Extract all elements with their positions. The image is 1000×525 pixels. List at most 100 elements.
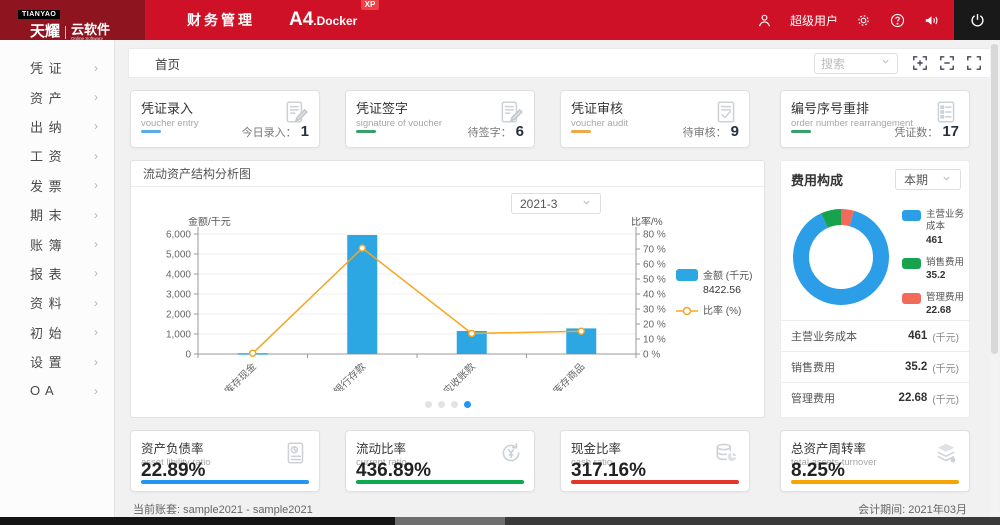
fullscreen-in-icon[interactable] <box>912 55 928 71</box>
line-point <box>578 328 584 334</box>
pagination-dot[interactable] <box>425 401 432 408</box>
chevron-right-icon: › <box>94 384 99 398</box>
svg-text:20 %: 20 % <box>643 320 666 331</box>
sidebar-item-report[interactable]: 报 表› <box>0 259 114 288</box>
top-header: TIANYAO 天耀 云软件 Online Software 财务管理 A4 .… <box>0 0 1000 40</box>
chevron-right-icon: › <box>94 208 99 222</box>
announcement-icon[interactable] <box>923 12 940 29</box>
cycle-icon <box>498 440 524 466</box>
scrollbar-thumb[interactable] <box>991 44 998 354</box>
stat-card-footer: 待签字：6 <box>356 123 524 140</box>
doc-pen-icon <box>498 99 524 125</box>
app-title: 财务管理 <box>187 10 255 30</box>
svg-text:50 %: 50 % <box>643 275 666 286</box>
legend-label: 销售费用35.2 <box>926 257 964 282</box>
liquid-assets-chart-panel: 流动资产结构分析图 2021-3 01,0002,0003,0004,0005,… <box>130 160 765 418</box>
user-name-label[interactable]: 超级用户 <box>790 12 838 29</box>
legend-swatch <box>902 258 921 269</box>
help-icon[interactable] <box>889 12 906 29</box>
expense-panel-title: 费用构成 <box>791 170 843 189</box>
fullscreen-out-icon[interactable] <box>939 55 955 71</box>
chevron-down-icon <box>941 173 952 187</box>
svg-text:金额 (千元): 金额 (千元) <box>703 269 752 282</box>
svg-text:5,000: 5,000 <box>166 250 191 261</box>
stat-card-metric-value: 6 <box>516 123 524 140</box>
legend-bar-swatch <box>676 269 698 281</box>
sidebar-item-label: O A <box>30 383 55 398</box>
sidebar-item-invoice[interactable]: 发 票› <box>0 171 114 200</box>
svg-text:银行存款: 银行存款 <box>331 360 368 391</box>
expense-period-select[interactable]: 本期 <box>895 169 961 190</box>
svg-text:3,000: 3,000 <box>166 290 191 301</box>
pagination-dot[interactable] <box>438 401 445 408</box>
gear-icon[interactable] <box>855 12 872 29</box>
stat-card-metric-label: 今日录入： <box>242 124 297 140</box>
sidebar-item-label: 资 料 <box>30 293 63 312</box>
stat-card-footer: 凭证数：17 <box>791 123 959 140</box>
donut-slice-主营业务成本 <box>801 217 881 297</box>
sidebar-item-asset[interactable]: 资 产› <box>0 82 114 111</box>
kpi-card-total-assets-turnover: 总资产周转率total assets turnover8.25% <box>780 430 970 492</box>
sidebar-item-settings[interactable]: 设 置› <box>0 347 114 376</box>
legend-value: 35.2 <box>926 269 964 282</box>
sidebar-item-salary[interactable]: 工 资› <box>0 141 114 170</box>
stat-card-metric-label: 待审核： <box>683 124 727 140</box>
svg-text:1,000: 1,000 <box>166 330 191 341</box>
legend-swatch <box>902 293 921 304</box>
sidebar-item-label: 账 簿 <box>30 235 63 254</box>
stat-card-voucher-entry[interactable]: 凭证录入voucher entry今日录入：1 <box>130 90 320 148</box>
stat-card-metric-label: 待签字： <box>468 124 512 140</box>
sidebar-item-oa[interactable]: O A › <box>0 376 114 405</box>
donut-legend-item: 销售费用35.2 <box>902 257 969 282</box>
brand-divider <box>65 26 66 39</box>
vertical-scrollbar[interactable] <box>990 40 999 517</box>
svg-text:4,000: 4,000 <box>166 270 191 281</box>
svg-text:库存商品: 库存商品 <box>550 360 587 391</box>
breadcrumb-home[interactable]: 首页 <box>155 54 180 73</box>
accent-dash <box>571 130 591 133</box>
legend-label: 管理费用22.68 <box>926 292 964 317</box>
chevron-right-icon: › <box>94 325 99 339</box>
svg-text:60 %: 60 % <box>643 260 666 271</box>
chevron-right-icon: › <box>94 61 99 75</box>
pagination-dot[interactable] <box>464 401 471 408</box>
product-name: A4 .Docker XP <box>289 9 381 31</box>
sidebar-item-period-end[interactable]: 期 末 › <box>0 200 114 229</box>
stat-card-order-rearrange[interactable]: 编号序号重排order number rearrangement凭证数：17 <box>780 90 970 148</box>
kpi-value: 436.89% <box>356 460 431 482</box>
stat-card-voucher-signature[interactable]: 凭证签字signature of voucher待签字：6 <box>345 90 535 148</box>
line-point <box>469 330 475 336</box>
svg-text:6,000: 6,000 <box>166 230 191 241</box>
power-button[interactable] <box>954 0 1000 40</box>
sidebar-item-initial[interactable]: 初 始 › <box>0 318 114 347</box>
stat-card-metric-value: 1 <box>301 123 309 140</box>
sidebar-item-data[interactable]: 资 料 › <box>0 288 114 317</box>
search-select[interactable]: 搜索 <box>814 53 898 74</box>
stat-card-voucher-audit[interactable]: 凭证审核voucher audit待审核：9 <box>560 90 750 148</box>
svg-text:0 %: 0 % <box>643 350 660 361</box>
chevron-right-icon: › <box>94 296 99 310</box>
svg-text:应收账款: 应收账款 <box>440 360 477 391</box>
line-point <box>359 245 365 251</box>
svg-text:比率/%: 比率/% <box>631 217 663 228</box>
expense-donut-chart <box>785 201 897 313</box>
expense-row: 管理费用22.68(千元) <box>781 382 969 413</box>
user-icon[interactable] <box>756 12 773 29</box>
sidebar-item-cashier[interactable]: 出 纳 › <box>0 112 114 141</box>
sidebar-item-label: 初 始 <box>30 323 63 342</box>
sidebar-item-label: 期 末 <box>30 205 63 224</box>
sidebar-item-ledger[interactable]: 账 簿› <box>0 229 114 258</box>
ratio-line <box>253 248 582 353</box>
sidebar-item-voucher[interactable]: 凭 证› <box>0 53 114 82</box>
svg-text:库存现金: 库存现金 <box>221 360 258 391</box>
chevron-right-icon: › <box>94 119 99 133</box>
sidebar-item-label: 设 置 <box>30 352 63 371</box>
svg-text:8422.56: 8422.56 <box>703 284 741 296</box>
sidebar-item-label: 发 票 <box>30 176 63 195</box>
chart-period-select[interactable]: 2021-3 <box>511 193 601 214</box>
fullscreen-icon[interactable] <box>966 55 982 71</box>
coins-icon <box>713 440 739 466</box>
sidebar-item-label: 出 纳 <box>30 117 63 136</box>
expense-rows: 主营业务成本461(千元)销售费用35.2(千元)管理费用22.68(千元) <box>781 320 969 413</box>
pagination-dot[interactable] <box>451 401 458 408</box>
